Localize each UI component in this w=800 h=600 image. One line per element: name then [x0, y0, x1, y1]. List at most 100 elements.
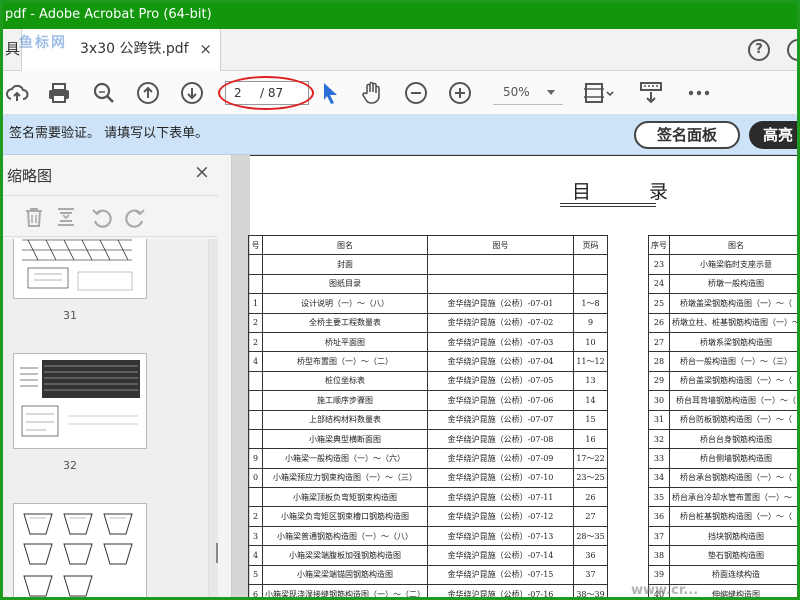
toc-cell: 2: [248, 331, 263, 353]
zoom-out-icon[interactable]: [404, 81, 428, 105]
toc-cell: 全桥主要工程数量表: [262, 312, 428, 333]
toc-cell: 小箱梁负弯矩区钢束槽口钢筋构造图: [262, 506, 428, 527]
document-view[interactable]: 目 录 号图名 图号 页码 封面 图纸目录 1 设计说明（一）～（八） 金华绕沪昆施（公桥）-…: [232, 155, 797, 597]
toc-cell: 上部结构材料数量表: [262, 409, 428, 430]
hand-tool-icon[interactable]: [360, 81, 384, 105]
extract-pages-icon[interactable]: [55, 206, 77, 228]
toc-cell: 金华绕沪昆施（公桥）-07-14: [427, 545, 574, 566]
toc-row: 23 小箱梁临时支座示意: [648, 254, 797, 275]
toc-cell: 2: [248, 506, 263, 527]
help-icon[interactable]: ?: [748, 39, 770, 61]
toc-cell: 封面: [262, 254, 428, 275]
title-bar: pdf - Adobe Acrobat Pro (64-bit): [3, 3, 797, 29]
toc-cell: 小箱梁预应力钢束构造图（一）～（三）: [262, 467, 428, 489]
toc-header-cell: 序号: [648, 234, 670, 256]
upload-icon[interactable]: [5, 81, 29, 105]
watermark-top-left: 鱼标网: [19, 35, 67, 51]
toc-cell: 金华绕沪昆施（公桥）-07-03: [427, 331, 574, 353]
search-icon[interactable]: [92, 81, 116, 105]
toc-title: 目 录: [572, 181, 695, 203]
zoom-select[interactable]: 50%: [493, 81, 563, 105]
toc-row: 29 桥台盖梁钢筋构造图（一）～（: [648, 370, 797, 392]
toc-cell: 30: [648, 390, 670, 411]
toc-cell: 14: [573, 390, 608, 411]
toc-cell: 33: [648, 448, 670, 469]
toc-cell: [427, 273, 574, 295]
toc-row: 31 桥台防板钢筋构造图（一）～（: [648, 409, 797, 430]
toc-cell: 5: [248, 564, 263, 586]
toc-cell: 桥墩盖梁钢筋构造图（一）～（: [669, 293, 797, 314]
toc-row: 4 桥型布置图（一）～（二） 金华绕沪昆施（公桥）-07-04 11～12: [248, 351, 608, 372]
toc-cell: 31: [648, 409, 670, 430]
toc-row: 2 小箱梁负弯矩区钢束槽口钢筋构造图 金华绕沪昆施（公桥）-07-12 27: [248, 506, 608, 527]
toc-cell: [248, 409, 263, 430]
toc-cell: 9: [248, 448, 263, 469]
toc-cell: 26: [573, 487, 608, 508]
scroll-mode-icon[interactable]: [639, 81, 663, 105]
toc-cell: [248, 487, 263, 508]
print-icon[interactable]: [47, 81, 71, 105]
toc-row: 9 小箱梁一般构造图（一）～（六） 金华绕沪昆施（公桥）-07-09 17～22: [248, 448, 608, 469]
toc-cell: 小箱梁一般构造图（一）～（六）: [262, 448, 428, 469]
toc-cell: 26: [648, 312, 670, 333]
sign-panel-button[interactable]: 签名面板: [634, 121, 740, 149]
toc-row: 28 桥台一般构造图（一）～（三）: [648, 351, 797, 372]
tab-close-icon[interactable]: ×: [199, 29, 212, 70]
toc-cell: 24: [648, 273, 670, 295]
zoom-in-icon[interactable]: [448, 81, 472, 105]
thumbnail-page-33[interactable]: [13, 503, 147, 597]
panel-close-icon[interactable]: ×: [194, 161, 210, 183]
more-options-icon[interactable]: [687, 81, 711, 105]
toc-cell: 0: [248, 467, 263, 489]
account-icon[interactable]: [787, 39, 797, 61]
toc-row: 24 桥墩一般构造图: [648, 273, 797, 295]
toc-cell: 桥台台身钢筋构造图: [669, 428, 797, 450]
toc-cell: 图纸目录: [262, 273, 428, 295]
toc-cell: 桥台承台冷却水管布置图（一）～（: [669, 487, 797, 508]
toc-cell: [427, 254, 574, 275]
toc-cell: 桥址平面图: [262, 331, 428, 353]
panel-title: 缩略图: [7, 167, 53, 185]
tab-document-title: 3x30 公跨铁.pdf: [80, 41, 189, 57]
toc-row: 桩位坐标表 金华绕沪昆施（公桥）-07-05 13: [248, 370, 608, 392]
toc-cell: 金华绕沪昆施（公桥）-07-12: [427, 506, 574, 527]
panel-resize-grip[interactable]: [216, 543, 218, 563]
toc-cell: 17～22: [573, 448, 608, 469]
previous-page-icon[interactable]: [136, 81, 160, 105]
toc-cell: 小箱梁普通钢筋构造图（一）～（八）: [262, 525, 428, 547]
toc-row: 5 小箱梁梁端锚固钢筋构造图 金华绕沪昆施（公桥）-07-15 37: [248, 564, 608, 586]
toc-cell: 10: [573, 331, 608, 353]
toc-header-cell: 号: [248, 234, 263, 256]
toc-table-left: 号图名 图号 页码 封面 图纸目录 1 设计说明（一）～（八） 金华绕沪昆施（公桥）-07-0…: [248, 234, 608, 597]
toc-row: 3 小箱梁普通钢筋构造图（一）～（八） 金华绕沪昆施（公桥）-07-13 28～35: [248, 525, 608, 547]
toc-row: 4 小箱梁梁端腹板加强钢筋构造图 金华绕沪昆施（公桥）-07-14 36: [248, 545, 608, 566]
toc-cell: 23: [648, 254, 670, 275]
select-cursor-icon[interactable]: [319, 81, 343, 105]
toc-row: 图纸目录: [248, 273, 608, 295]
rotate-left-icon[interactable]: [91, 206, 113, 228]
tab-home-stub[interactable]: 具: [3, 29, 20, 70]
thumbnail-page-31[interactable]: [13, 239, 147, 299]
toc-header-cell: 图号: [427, 234, 574, 256]
toc-cell: 3: [248, 525, 263, 547]
fit-page-icon[interactable]: [583, 81, 617, 105]
toc-cell: [573, 273, 608, 295]
toc-row: 2 桥址平面图 金华绕沪昆施（公桥）-07-03 10: [248, 331, 608, 353]
red-highlight-ring: [218, 76, 314, 110]
rotate-right-icon[interactable]: [124, 206, 146, 228]
toc-row: 小箱梁典型横断面图 金华绕沪昆施（公桥）-07-08 16: [248, 428, 608, 450]
highlight-button[interactable]: 高亮: [749, 121, 797, 149]
toc-row: 32 桥台台身钢筋构造图: [648, 428, 797, 450]
toc-header-cell: 图名: [669, 234, 797, 256]
trash-icon[interactable]: [23, 206, 45, 228]
thumbnail-list[interactable]: 31 32: [3, 239, 208, 597]
window-title: pdf - Adobe Acrobat Pro (64-bit): [5, 7, 212, 22]
toc-cell: 29: [648, 370, 670, 392]
toc-cell: 桥墩系梁钢筋构造图: [669, 331, 797, 353]
thumbnail-page-32[interactable]: [13, 353, 147, 449]
toc-cell: 金华绕沪昆施（公桥）-07-05: [427, 370, 574, 392]
toc-cell: 15: [573, 409, 608, 430]
toc-row: 26 桥墩立柱、桩基钢筋构造图（一）～: [648, 312, 797, 333]
toc-row: 0 小箱梁预应力钢束构造图（一）～（三） 金华绕沪昆施（公桥）-07-10 23～25: [248, 467, 608, 489]
next-page-icon[interactable]: [180, 81, 204, 105]
